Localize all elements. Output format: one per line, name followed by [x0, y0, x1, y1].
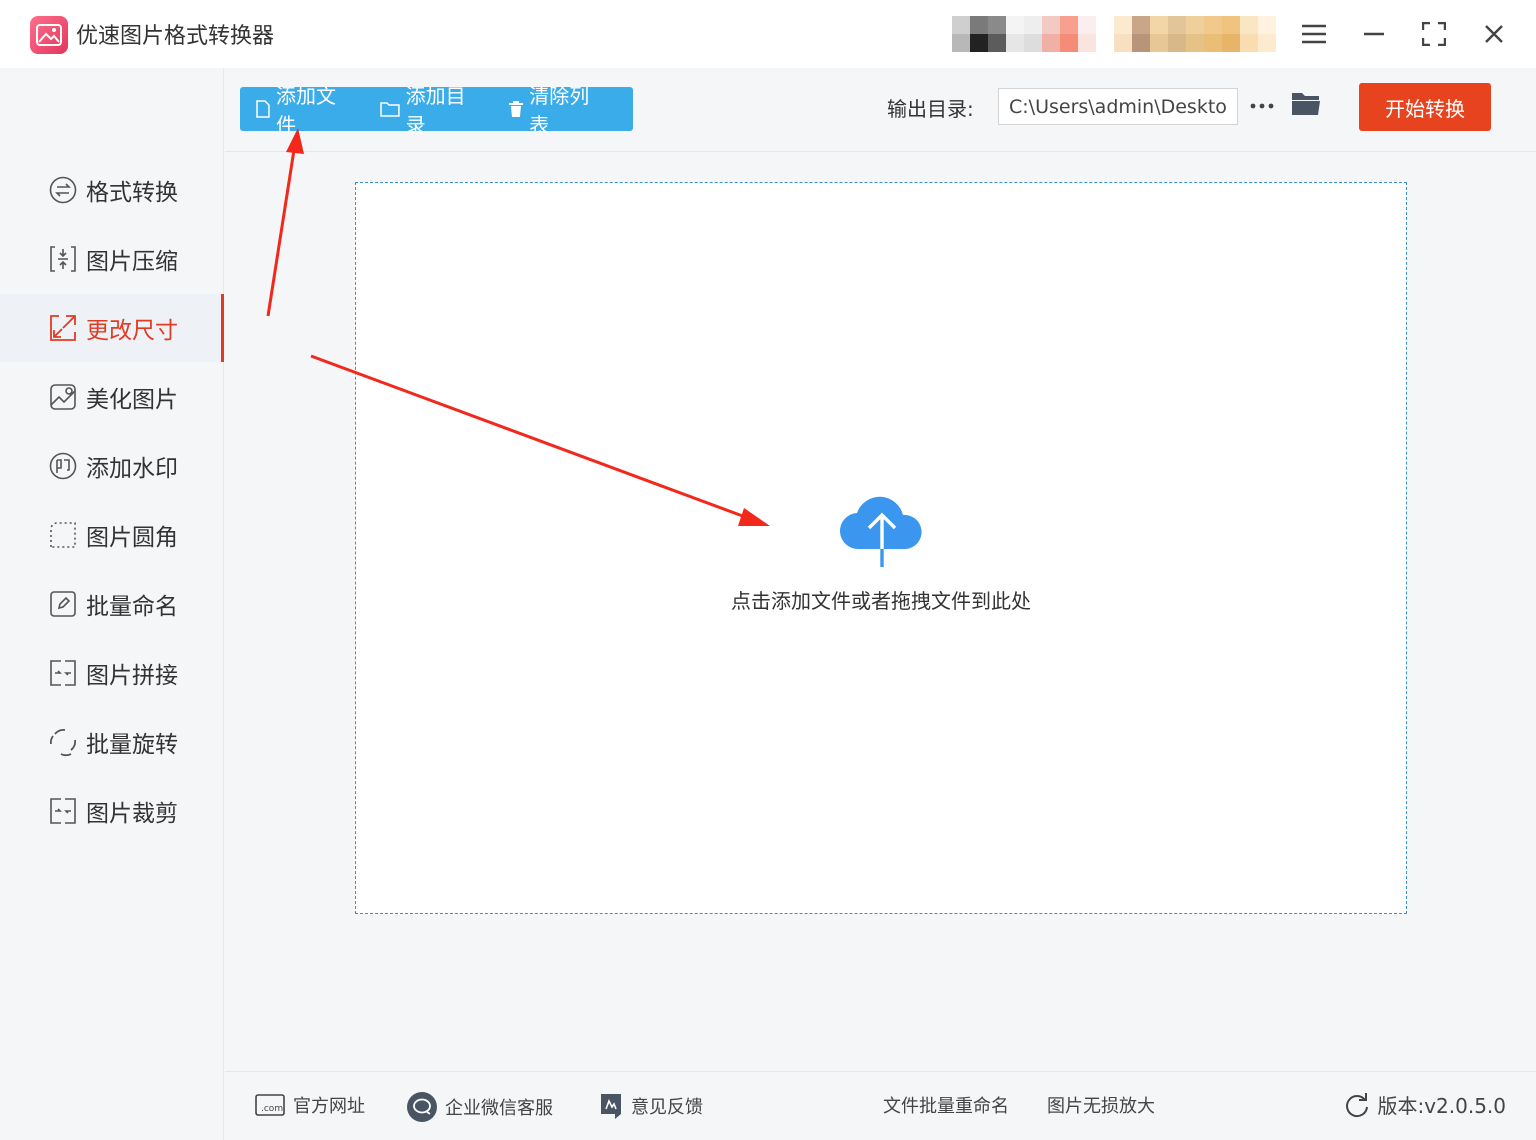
- add-folder-button[interactable]: 添加目录: [379, 80, 486, 138]
- maximize-icon[interactable]: [1414, 14, 1454, 54]
- rounded-corner-icon: [48, 520, 78, 550]
- website-icon: .com: [255, 1094, 285, 1116]
- sidebar-item-rotate[interactable]: 批量旋转: [0, 708, 224, 776]
- output-dir-input[interactable]: [998, 88, 1238, 125]
- sidebar: 格式转换 图片压缩 更改尺寸 美化图片 添加水印 图片圆角 批量命名 图片拼接 …: [0, 68, 224, 1140]
- sidebar-item-beautify[interactable]: 美化图片: [0, 363, 224, 431]
- sidebar-item-label: 批量命名: [86, 594, 178, 620]
- compress-icon: [48, 244, 78, 274]
- batch-rename-link[interactable]: 文件批量重命名: [883, 1092, 1009, 1118]
- menu-icon[interactable]: [1294, 14, 1334, 54]
- file-actions-group: 添加文件 添加目录 清除列表: [240, 84, 633, 137]
- app-logo-icon: [30, 16, 68, 54]
- stitch-icon: [48, 658, 78, 688]
- sidebar-item-label: 添加水印: [86, 456, 178, 482]
- open-folder-icon[interactable]: [1291, 90, 1323, 122]
- feedback-icon: [601, 1094, 621, 1119]
- rename-icon: [48, 589, 78, 619]
- svg-text:.com: .com: [261, 1104, 283, 1114]
- clear-list-button[interactable]: 清除列表: [509, 80, 609, 138]
- rotate-icon: [48, 727, 78, 757]
- sidebar-item-label: 更改尺寸: [86, 318, 178, 344]
- lossless-enlarge-link[interactable]: 图片无损放大: [1047, 1092, 1155, 1118]
- close-icon[interactable]: [1474, 14, 1514, 54]
- drop-hint-text: 点击添加文件或者拖拽文件到此处: [731, 589, 1031, 613]
- sidebar-item-watermark[interactable]: 添加水印: [0, 432, 224, 500]
- user-avatar-blurred: [952, 16, 1096, 52]
- refresh-icon: [1346, 1092, 1369, 1117]
- wechat-icon: [407, 1092, 437, 1122]
- resize-icon: [48, 313, 78, 343]
- sidebar-item-stitch[interactable]: 图片拼接: [0, 639, 224, 707]
- sidebar-item-label: 图片拼接: [86, 663, 178, 689]
- sidebar-item-compress[interactable]: 图片压缩: [0, 225, 224, 293]
- sidebar-item-resize[interactable]: 更改尺寸: [0, 294, 224, 362]
- sidebar-item-rename[interactable]: 批量命名: [0, 570, 224, 638]
- wechat-service-link[interactable]: 企业微信客服: [407, 1092, 553, 1122]
- cloud-upload-icon: [837, 491, 927, 573]
- sidebar-item-label: 美化图片: [86, 387, 178, 413]
- start-convert-button[interactable]: 开始转换: [1359, 83, 1491, 131]
- toolbar: 添加文件 添加目录 清除列表 输出目录: 开始转换: [225, 68, 1536, 152]
- annotation-arrow-to-add-file: [266, 128, 304, 317]
- sidebar-item-label: 图片压缩: [86, 249, 178, 275]
- footer: .com 官方网址 企业微信客服 意见反馈 文件批量重命名 图片无损放大 版本:…: [225, 1071, 1536, 1140]
- beautify-icon: [48, 382, 78, 412]
- sidebar-item-label: 图片圆角: [86, 525, 178, 551]
- crop-icon: [48, 796, 78, 826]
- format-convert-icon: [48, 175, 78, 205]
- folder-outline-icon: [379, 102, 400, 117]
- watermark-icon: [48, 451, 78, 481]
- sidebar-item-rounded-corner[interactable]: 图片圆角: [0, 501, 224, 569]
- user-name-blurred: [1114, 16, 1276, 52]
- title-bar: 优速图片格式转换器: [0, 0, 1536, 68]
- version-info[interactable]: 版本:v2.0.5.0: [1345, 1090, 1506, 1119]
- official-website-link[interactable]: .com 官方网址: [255, 1092, 365, 1118]
- output-dir-label: 输出目录:: [887, 97, 974, 121]
- sidebar-item-label: 格式转换: [86, 180, 178, 206]
- sidebar-item-label: 批量旋转: [86, 732, 178, 758]
- file-drop-zone[interactable]: 点击添加文件或者拖拽文件到此处: [355, 182, 1407, 914]
- sidebar-item-label: 图片裁剪: [86, 801, 178, 827]
- feedback-link[interactable]: 意见反馈: [599, 1092, 703, 1120]
- add-file-button[interactable]: 添加文件: [256, 80, 356, 138]
- minimize-icon[interactable]: [1354, 14, 1394, 54]
- app-title: 优速图片格式转换器: [76, 24, 275, 49]
- trash-icon: [509, 101, 524, 117]
- more-options-icon[interactable]: [1247, 88, 1277, 124]
- file-icon: [256, 100, 270, 118]
- sidebar-item-format-convert[interactable]: 格式转换: [0, 156, 224, 224]
- sidebar-item-crop[interactable]: 图片裁剪: [0, 777, 224, 845]
